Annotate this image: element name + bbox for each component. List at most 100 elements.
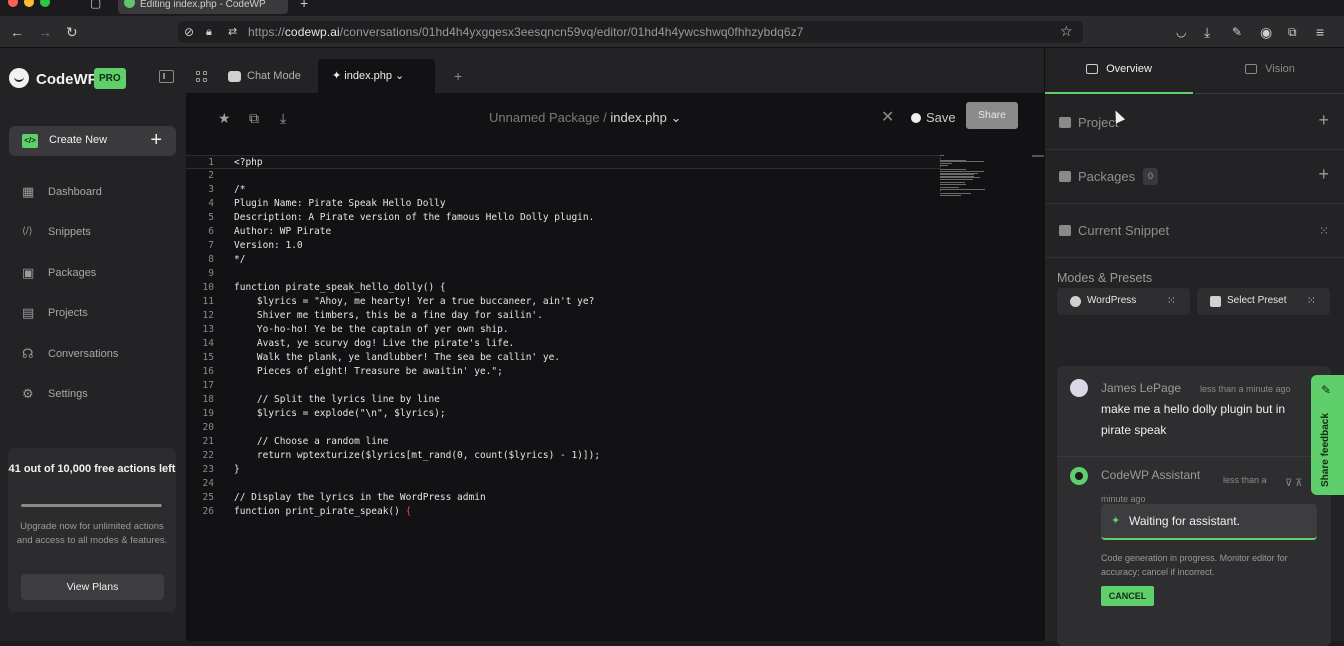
code-line[interactable]: 25 // Display the lyrics in the WordPress… (186, 491, 941, 505)
copy-icon[interactable]: ⧉ (249, 110, 259, 127)
sidebar-item-packages[interactable]: ▣ Packages (22, 264, 172, 284)
maximize-window-dot[interactable] (40, 0, 50, 7)
share-feedback-tab[interactable]: ✎ Share feedback (1311, 375, 1344, 495)
tracking-shield-icon[interactable]: ⊘ (184, 25, 194, 39)
code-line[interactable]: 7 Version: 1.0 (186, 239, 941, 253)
code-line[interactable]: 16 Pieces of eight! Treasure be awaitin'… (186, 365, 941, 379)
profile-icon[interactable]: ◉ (1260, 25, 1272, 39)
download-icon[interactable]: ⤓ (280, 110, 286, 127)
line-number: 9 (208, 268, 214, 279)
breadcrumb[interactable]: Unnamed Package / index.php ⌄ (489, 110, 681, 126)
tab-index-php[interactable]: ✦ index.php ⌄ (318, 59, 435, 93)
sidebar-item-dashboard[interactable]: ▦ Dashboard (22, 183, 172, 203)
code-line[interactable]: 13 Yo-ho-ho! Ye be the captain of yer ow… (186, 323, 941, 337)
code-line[interactable]: 19 $lyrics = explode("\n", $lyrics); (186, 407, 941, 421)
add-tab-icon[interactable]: + (454, 68, 462, 84)
share-button[interactable]: Share (966, 102, 1018, 129)
code-line[interactable]: 1 <?php (186, 155, 941, 169)
permissions-icon[interactable]: ⇄ (228, 25, 237, 39)
tab-overview[interactable]: Overview (1045, 48, 1193, 94)
address-bar[interactable]: ⊘ 🔒︎ ⇄ https://codewp.ai/conversations/0… (178, 21, 1083, 43)
close-window-dot[interactable] (8, 0, 18, 7)
code-line[interactable]: 23} (186, 463, 941, 477)
download-icon[interactable]: ⤓ (1204, 25, 1210, 39)
code-icon: ⟨/⟩ (22, 226, 33, 237)
menu-icon[interactable]: ≡ (1316, 25, 1324, 39)
code-text: Author: WP Pirate (234, 226, 332, 237)
line-number: 22 (202, 450, 214, 461)
code-line[interactable]: 20 (186, 421, 941, 435)
packages-label: Packages (1078, 169, 1136, 184)
code-line[interactable]: 15 Walk the plank, ye landlubber! The se… (186, 351, 941, 365)
sidebar-item-projects[interactable]: ▤ Projects (22, 304, 172, 324)
minimap-line (940, 179, 973, 180)
create-new-button[interactable]: </> Create New + (9, 126, 176, 156)
code-area[interactable]: 1 <?php 2 3/* 4 Plugin Name: Pirate Speak Hel… (186, 155, 941, 535)
bookmark-star-icon[interactable]: ☆ (1060, 24, 1073, 38)
code-line[interactable]: 2 (186, 169, 941, 183)
code-line[interactable]: 17 (186, 379, 941, 393)
sidebar-item-label: Snippets (48, 226, 91, 238)
minimap[interactable] (940, 155, 996, 197)
modes-presets-title: Modes & Presets (1057, 271, 1153, 285)
close-icon[interactable]: ✕ (881, 107, 894, 127)
add-project-icon[interactable]: + (1318, 110, 1329, 131)
code-line[interactable]: 5 Description: A Pirate version of the fa… (186, 211, 941, 225)
tab-vision[interactable]: Vision (1195, 48, 1344, 94)
minimize-window-dot[interactable] (24, 0, 34, 7)
code-line[interactable]: 26 function print_pirate_speak() { (186, 505, 941, 519)
sidebar-item-snippets[interactable]: ⟨/⟩ Snippets (22, 223, 172, 243)
code-line[interactable]: 11 $lyrics = "Ahoy, me hearty! Yer a tru… (186, 295, 941, 309)
headphones-icon: ☊ (22, 346, 34, 361)
code-line[interactable]: 9 (186, 267, 941, 281)
new-tab-icon[interactable]: + (300, 0, 308, 10)
code-text: Plugin Name: Pirate Speak Hello Dolly (234, 198, 446, 209)
extensions-icon[interactable]: ⧉ (1288, 25, 1297, 39)
code-line[interactable]: 12 Shiver me timbers, this be a fine day… (186, 309, 941, 323)
package-icon (1059, 171, 1071, 182)
tab-chat-mode[interactable]: Chat Mode (228, 70, 301, 82)
code-line[interactable]: 21 // Choose a random line (186, 435, 941, 449)
thumbs-down-icon[interactable]: ⊽ ⊼ (1285, 478, 1302, 489)
lock-icon[interactable]: 🔒︎ (206, 25, 212, 39)
wordpress-mode-button[interactable]: WordPress ⁙ (1057, 288, 1190, 315)
grid-icon[interactable] (196, 71, 208, 83)
view-plans-button[interactable]: View Plans (21, 574, 164, 600)
add-package-icon[interactable]: + (1318, 164, 1329, 185)
wrench-icon[interactable]: ✎ (1232, 25, 1242, 39)
sidebar-toggle-icon[interactable]: ▢ (90, 0, 101, 10)
code-line[interactable]: 8 */ (186, 253, 941, 267)
scrollbar[interactable] (1032, 155, 1044, 157)
code-line[interactable]: 22 return wptexturize($lyrics[mt_rand(0,… (186, 449, 941, 463)
back-arrow-icon[interactable]: ← (10, 25, 24, 39)
star-icon[interactable]: ★ (218, 110, 231, 127)
select-preset-button[interactable]: Select Preset ⁙ (1197, 288, 1330, 315)
code-line[interactable]: 14 Avast, ye scurvy dog! Live the pirate… (186, 337, 941, 351)
line-number: 5 (208, 212, 214, 223)
forward-arrow-icon[interactable]: → (38, 25, 52, 39)
code-line[interactable]: 10 function pirate_speak_hello_dolly() { (186, 281, 941, 295)
project-section[interactable]: Project + (1045, 96, 1344, 150)
divider (1057, 456, 1331, 457)
sidebar-item-conversations[interactable]: ☊ Conversations (22, 345, 172, 365)
expand-icon[interactable]: ⁙ (1319, 224, 1329, 238)
chevron-down-icon: ⌄ (392, 70, 405, 82)
code-line[interactable]: 6 Author: WP Pirate (186, 225, 941, 239)
code-line[interactable]: 24 (186, 477, 941, 491)
code-line[interactable]: 4 Plugin Name: Pirate Speak Hello Dolly (186, 197, 941, 211)
code-line[interactable]: 3 /* (186, 183, 941, 197)
sidebar-item-settings[interactable]: ⚙ Settings (22, 385, 172, 405)
current-snippet-label: Current Snippet (1078, 223, 1170, 238)
cancel-button[interactable]: CANCEL (1101, 586, 1154, 606)
editor-toolbar: ★ ⧉ ⤓ Unnamed Package / index.php ⌄ ✕ Sa… (186, 93, 1044, 143)
collapse-sidebar-icon[interactable] (159, 70, 174, 83)
reload-icon[interactable]: ↻ (66, 25, 78, 39)
current-snippet-section[interactable]: Current Snippet ⁙ (1045, 204, 1344, 258)
browser-tab[interactable]: Editing index.php - CodeWP (118, 0, 288, 14)
chat-card: James LePage less than a minute ago make… (1057, 366, 1331, 646)
pocket-icon[interactable]: ◡ (1176, 25, 1186, 39)
packages-section[interactable]: Packages 0 + (1045, 150, 1344, 204)
code-line[interactable]: 18 // Split the lyrics line by line (186, 393, 941, 407)
save-button[interactable]: Save (926, 110, 956, 125)
line-number: 25 (202, 492, 214, 503)
